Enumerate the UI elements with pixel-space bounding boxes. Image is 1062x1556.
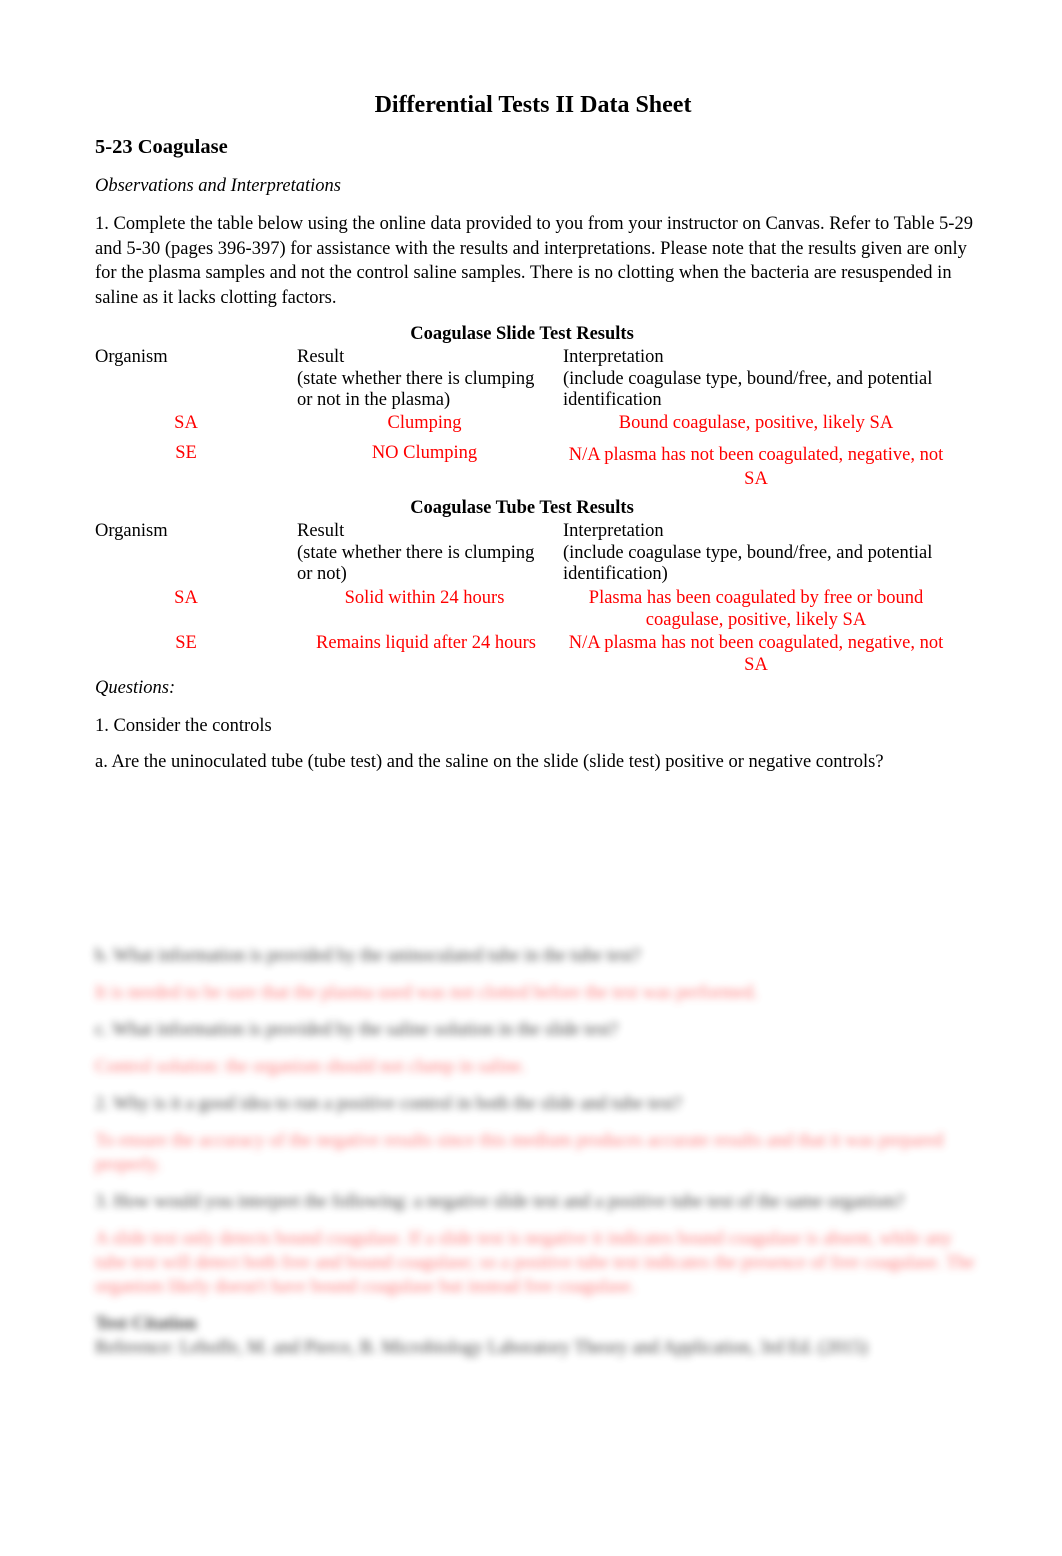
header-label: Interpretation (563, 521, 664, 541)
obscured-answer: It is needed to be sure that the plasma … (95, 983, 758, 1003)
table-cell-interpretation: N/A plasma has not been coagulated, nega… (568, 633, 944, 675)
table-cell-result: Remains liquid after 24 hours (316, 633, 536, 653)
tube-header-organism: Organism (95, 521, 168, 541)
header-label: Result (297, 347, 345, 367)
table-cell-organism: SE (175, 633, 197, 653)
obscured-line: Test Citation (95, 1314, 197, 1334)
header-note: (state whether there is clumping or not … (297, 368, 535, 411)
header-note: (include coagulase type, bound/free, and… (563, 368, 933, 411)
header-label: Interpretation (563, 347, 664, 367)
header-note: (include coagulase type, bound/free, and… (563, 542, 933, 585)
questions-heading: Questions: (95, 678, 176, 698)
tube-table-title: Coagulase Tube Test Results (410, 498, 634, 518)
section-heading: 5-23 Coagulase (95, 136, 228, 158)
question-1: 1. Consider the controls (95, 716, 272, 736)
table-cell-result: Clumping (387, 413, 462, 433)
table-cell-interpretation: N/A plasma has not been coagulated, nega… (568, 445, 944, 489)
tube-header-result: Result (state whether there is clumping … (297, 521, 552, 586)
obscured-content: b. What information is provided by the u… (95, 944, 975, 1360)
tube-header-interpretation: Interpretation (include coagulase type, … (563, 521, 963, 586)
obscured-answer: Control solution: the organism should no… (95, 1057, 526, 1077)
header-note: (state whether there is clumping or not) (297, 542, 535, 585)
header-label: Result (297, 521, 345, 541)
table-cell-interpretation: Bound coagulase, positive, likely SA (618, 413, 894, 433)
obscured-line: 3. How would you interpret the following… (95, 1192, 905, 1212)
obscured-answer: To ensure the accuracy of the negative r… (95, 1131, 944, 1175)
slide-header-result: Result (state whether there is clumping … (297, 347, 552, 412)
obscured-line: 2. Why is it a good idea to run a positi… (95, 1094, 682, 1114)
table-cell-organism: SA (174, 588, 198, 608)
slide-header-interpretation: Interpretation (include coagulase type, … (563, 347, 963, 412)
document-title: Differential Tests II Data Sheet (374, 92, 692, 118)
slide-table-title: Coagulase Slide Test Results (410, 324, 634, 344)
table-cell-result: Solid within 24 hours (344, 588, 505, 608)
slide-header-organism: Organism (95, 347, 168, 367)
obscured-answer: A slide test only detects bound coagulas… (95, 1229, 975, 1297)
table-cell-organism: SA (174, 413, 198, 433)
obscured-line: b. What information is provided by the u… (95, 946, 641, 966)
table-cell-result: NO Clumping (371, 443, 478, 463)
table-cell-organism: SE (175, 443, 197, 463)
subheading: Observations and Interpretations (95, 176, 341, 196)
question-1a: a. Are the uninoculated tube (tube test)… (95, 752, 884, 772)
instructions-paragraph: 1. Complete the table below using the on… (95, 214, 973, 308)
obscured-line: Reference: Leboffe, M. and Pierce, B. Mi… (95, 1338, 868, 1358)
table-cell-interpretation: Plasma has been coagulated by free or bo… (588, 588, 924, 630)
obscured-line: c. What information is provided by the s… (95, 1020, 619, 1040)
